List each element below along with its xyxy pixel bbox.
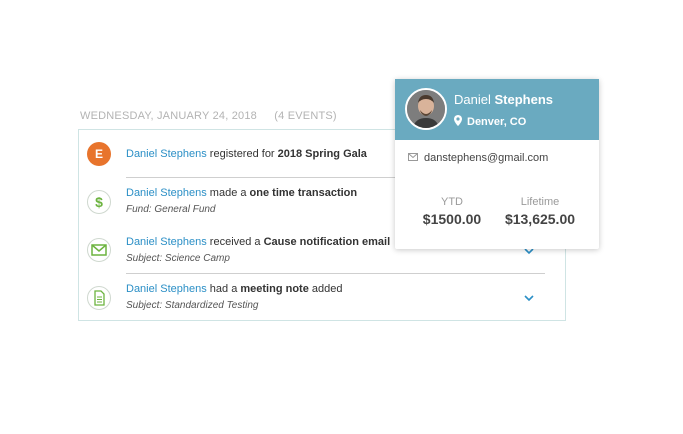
event-object: 2018 Spring Gala bbox=[277, 148, 367, 160]
event-verb: received a bbox=[206, 236, 264, 248]
mail-icon bbox=[408, 153, 418, 161]
event-object: one time transaction bbox=[249, 187, 358, 199]
envelope-icon bbox=[87, 238, 111, 262]
svg-text:E: E bbox=[95, 147, 103, 161]
date-label: WEDNESDAY, JANUARY 24, 2018 bbox=[80, 110, 257, 122]
stat-label: YTD bbox=[441, 196, 463, 208]
first-name: Daniel bbox=[454, 92, 491, 107]
eventbrite-icon: E bbox=[87, 142, 111, 166]
profile-card: Daniel Stephens Denver, CO danstephens@g… bbox=[395, 79, 599, 249]
event-verb: registered for bbox=[206, 148, 278, 160]
location-text: Denver, CO bbox=[467, 116, 527, 128]
stat-value: $13,625.00 bbox=[504, 211, 576, 227]
event-summary: Daniel Stephens had a meeting note added bbox=[126, 283, 342, 295]
avatar bbox=[405, 88, 447, 130]
event-detail: Subject: Standardized Testing bbox=[126, 300, 259, 311]
location-pin-icon bbox=[454, 115, 462, 126]
email-text[interactable]: danstephens@gmail.com bbox=[424, 152, 548, 164]
last-name: Stephens bbox=[494, 92, 553, 107]
stat-ytd: YTD $1500.00 bbox=[407, 196, 497, 227]
event-verb: made a bbox=[206, 187, 250, 199]
contact-link[interactable]: Daniel Stephens bbox=[126, 187, 207, 199]
stat-label: Lifetime bbox=[520, 196, 560, 208]
profile-name: Daniel Stephens bbox=[454, 92, 553, 107]
event-detail: Fund: General Fund bbox=[126, 204, 216, 215]
event-verb: had a bbox=[206, 283, 241, 295]
event-object: meeting note bbox=[240, 283, 309, 295]
contact-link[interactable]: Daniel Stephens bbox=[126, 283, 207, 295]
document-icon bbox=[87, 286, 111, 310]
date-header: WEDNESDAY, JANUARY 24, 2018 (4 EVENTS) bbox=[80, 110, 337, 122]
event-suffix: added bbox=[308, 283, 343, 295]
event-summary: Daniel Stephens made a one time transact… bbox=[126, 187, 357, 199]
event-summary: Daniel Stephens registered for 2018 Spri… bbox=[126, 148, 367, 160]
svg-text:$: $ bbox=[95, 194, 103, 210]
profile-email: danstephens@gmail.com bbox=[408, 152, 548, 164]
contact-link[interactable]: Daniel Stephens bbox=[126, 148, 207, 160]
timeline-event[interactable]: Daniel Stephens had a meeting note added… bbox=[79, 274, 565, 322]
profile-location: Denver, CO bbox=[454, 115, 526, 128]
event-summary: Daniel Stephens received a Cause notific… bbox=[126, 236, 390, 248]
dollar-icon: $ bbox=[87, 190, 111, 214]
profile-card-header: Daniel Stephens Denver, CO bbox=[395, 79, 599, 140]
stat-value: $1500.00 bbox=[422, 211, 482, 227]
stat-lifetime: Lifetime $13,625.00 bbox=[495, 196, 585, 227]
contact-link[interactable]: Daniel Stephens bbox=[126, 236, 207, 248]
chevron-down-icon[interactable] bbox=[523, 294, 535, 302]
event-object: Cause notification email bbox=[263, 236, 391, 248]
event-count: (4 EVENTS) bbox=[274, 110, 337, 122]
event-detail: Subject: Science Camp bbox=[126, 253, 230, 264]
